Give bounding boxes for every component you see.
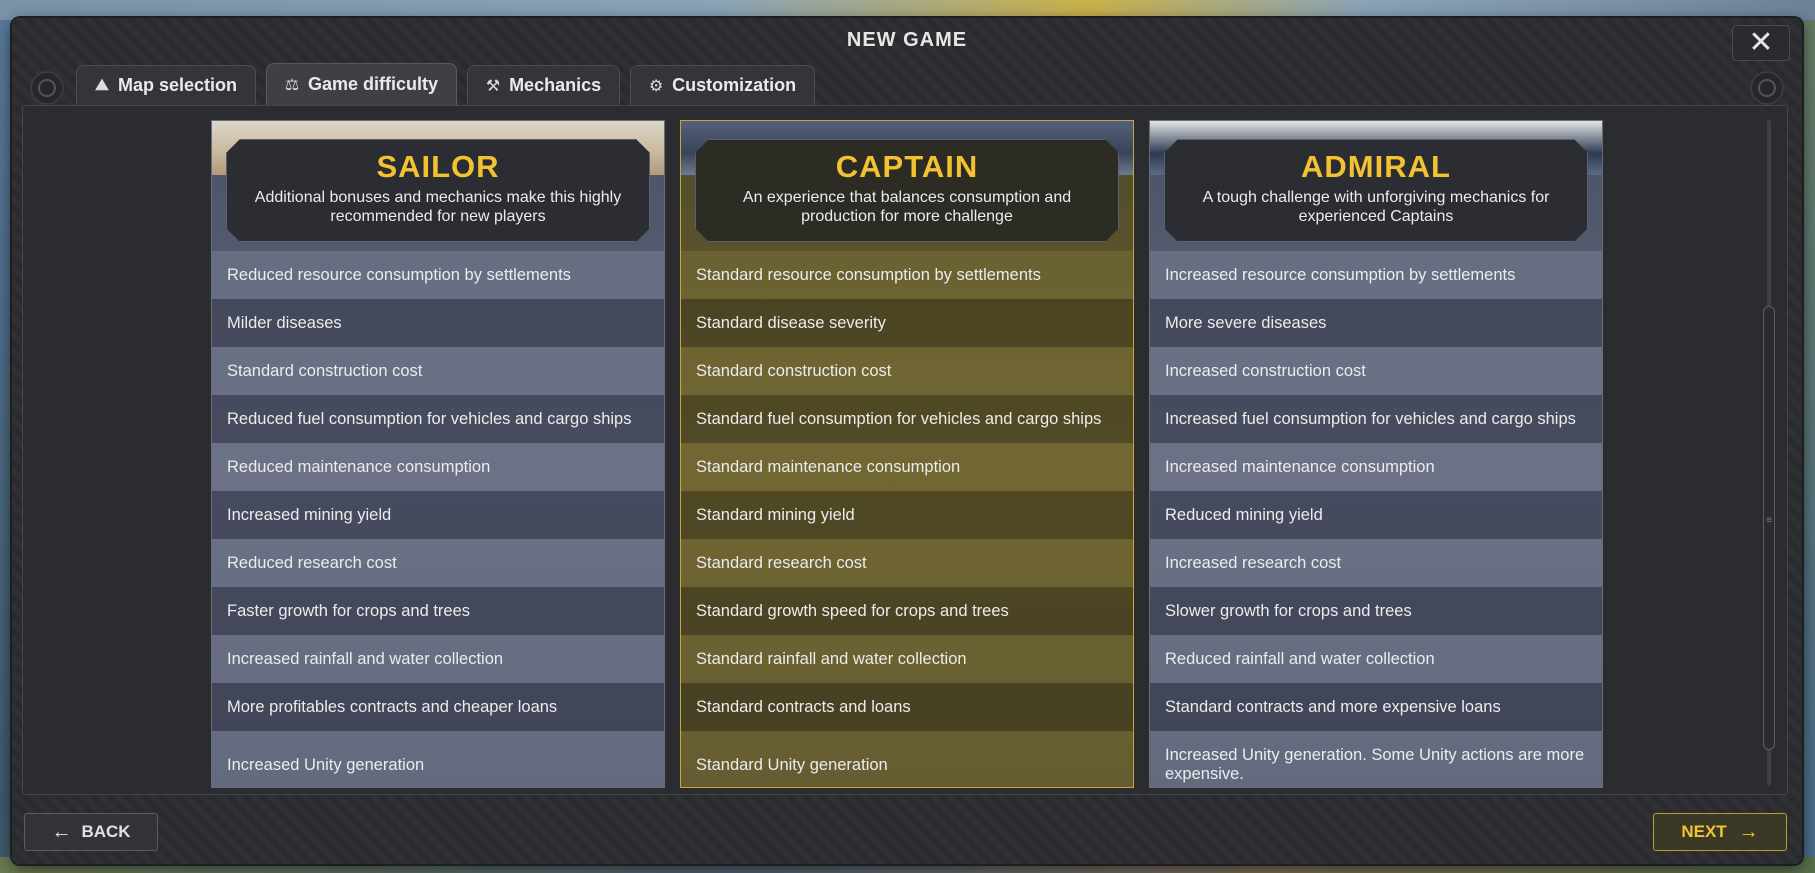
list-item: Increased Unity generation <box>212 731 664 787</box>
card-title: CAPTAIN <box>835 149 979 184</box>
list-item: Reduced fuel consumption for vehicles an… <box>212 395 664 443</box>
list-item: Slower growth for crops and trees <box>1150 587 1602 635</box>
tab-game-difficulty[interactable]: ⚖ Game difficulty <box>266 63 458 105</box>
tab-label: Mechanics <box>509 75 602 95</box>
card-header: ADMIRAL A tough challenge with unforgivi… <box>1164 139 1588 242</box>
difficulty-card-sailor[interactable]: SAILOR Additional bonuses and mechanics … <box>211 120 665 788</box>
list-item: Standard research cost <box>681 539 1133 587</box>
list-item: Standard growth speed for crops and tree… <box>681 587 1133 635</box>
list-item: Standard Unity generation <box>681 731 1133 787</box>
tab-mechanics[interactable]: ⚒ Mechanics <box>467 65 621 105</box>
feature-list: Reduced resource consumption by settleme… <box>212 251 664 787</box>
difficulty-card-captain[interactable]: CAPTAIN An experience that balances cons… <box>680 120 1134 788</box>
corner-ornament-right <box>1750 71 1784 105</box>
back-button[interactable]: ← BACK <box>24 813 158 851</box>
card-description: A tough challenge with unforgiving mecha… <box>1202 189 1550 226</box>
list-item: More profitables contracts and cheaper l… <box>212 683 664 731</box>
card-header: SAILOR Additional bonuses and mechanics … <box>226 139 650 242</box>
list-item: Increased maintenance consumption <box>1150 443 1602 491</box>
list-item: Standard contracts and more expensive lo… <box>1150 683 1602 731</box>
list-item: Standard rainfall and water collection <box>681 635 1133 683</box>
close-icon: ✕ <box>1748 26 1774 59</box>
tab-map-selection[interactable]: ⛰ Map selection <box>76 65 257 105</box>
feature-list: Increased resource consumption by settle… <box>1150 251 1602 787</box>
list-item: Reduced maintenance consumption <box>212 443 664 491</box>
list-item: More severe diseases <box>1150 299 1602 347</box>
list-item: Reduced research cost <box>212 539 664 587</box>
difficulty-panel: SAILOR Additional bonuses and mechanics … <box>22 105 1788 795</box>
list-item: Increased construction cost <box>1150 347 1602 395</box>
list-item: Increased mining yield <box>212 491 664 539</box>
list-item: Reduced resource consumption by settleme… <box>212 251 664 299</box>
list-item: Standard maintenance consumption <box>681 443 1133 491</box>
balance-scale-icon: ⚖ <box>284 76 300 94</box>
list-item: Increased resource consumption by settle… <box>1150 251 1602 299</box>
hammer-icon: ⚒ <box>485 77 501 95</box>
next-button[interactable]: NEXT → <box>1653 813 1787 851</box>
new-game-dialog: NEW GAME ✕ ⛰ Map selection ⚖ Game diffic… <box>12 18 1802 864</box>
feature-list: Standard resource consumption by settlem… <box>681 251 1133 787</box>
map-pin-icon: ⛰ <box>95 76 109 94</box>
scrollbar-thumb[interactable]: ≡ <box>1763 306 1775 750</box>
next-label: NEXT <box>1681 822 1727 841</box>
list-item: Standard disease severity <box>681 299 1133 347</box>
list-item: Increased Unity generation. Some Unity a… <box>1150 731 1602 787</box>
card-description: Additional bonuses and mechanics make th… <box>254 189 622 226</box>
list-item: Increased research cost <box>1150 539 1602 587</box>
dialog-title: NEW GAME <box>846 29 968 51</box>
corner-ornament-left <box>30 71 64 105</box>
list-item: Standard contracts and loans <box>681 683 1133 731</box>
list-item: Standard construction cost <box>681 347 1133 395</box>
arrow-right-icon: → <box>1738 821 1759 843</box>
list-item: Standard resource consumption by settlem… <box>681 251 1133 299</box>
list-item: Standard construction cost <box>212 347 664 395</box>
list-item: Reduced rainfall and water collection <box>1150 635 1602 683</box>
list-item: Standard mining yield <box>681 491 1133 539</box>
list-item: Increased fuel consumption for vehicles … <box>1150 395 1602 443</box>
background-scene-top <box>0 0 1815 20</box>
list-item: Faster growth for crops and trees <box>212 587 664 635</box>
difficulty-card-admiral[interactable]: ADMIRAL A tough challenge with unforgivi… <box>1149 120 1603 788</box>
list-item: Reduced mining yield <box>1150 491 1602 539</box>
close-button[interactable]: ✕ <box>1732 25 1790 61</box>
grip-icon: ≡ <box>1766 515 1772 526</box>
scrollbar-track[interactable]: ≡ <box>1763 120 1775 786</box>
list-item: Increased rainfall and water collection <box>212 635 664 683</box>
back-label: BACK <box>81 822 131 841</box>
tab-bar: ⛰ Map selection ⚖ Game difficulty ⚒ Mech… <box>76 63 816 105</box>
arrow-left-icon: ← <box>51 821 72 843</box>
card-description: An experience that balances consumption … <box>742 189 1072 226</box>
tab-label: Customization <box>672 75 797 95</box>
tab-customization[interactable]: ⚙ Customization <box>630 65 816 105</box>
card-title: ADMIRAL <box>1301 149 1451 184</box>
gears-icon: ⚙ <box>648 77 664 95</box>
card-title: SAILOR <box>376 149 500 184</box>
card-header: CAPTAIN An experience that balances cons… <box>695 139 1119 242</box>
tab-label: Game difficulty <box>308 74 439 94</box>
tab-label: Map selection <box>118 75 238 95</box>
list-item: Standard fuel consumption for vehicles a… <box>681 395 1133 443</box>
list-item: Milder diseases <box>212 299 664 347</box>
